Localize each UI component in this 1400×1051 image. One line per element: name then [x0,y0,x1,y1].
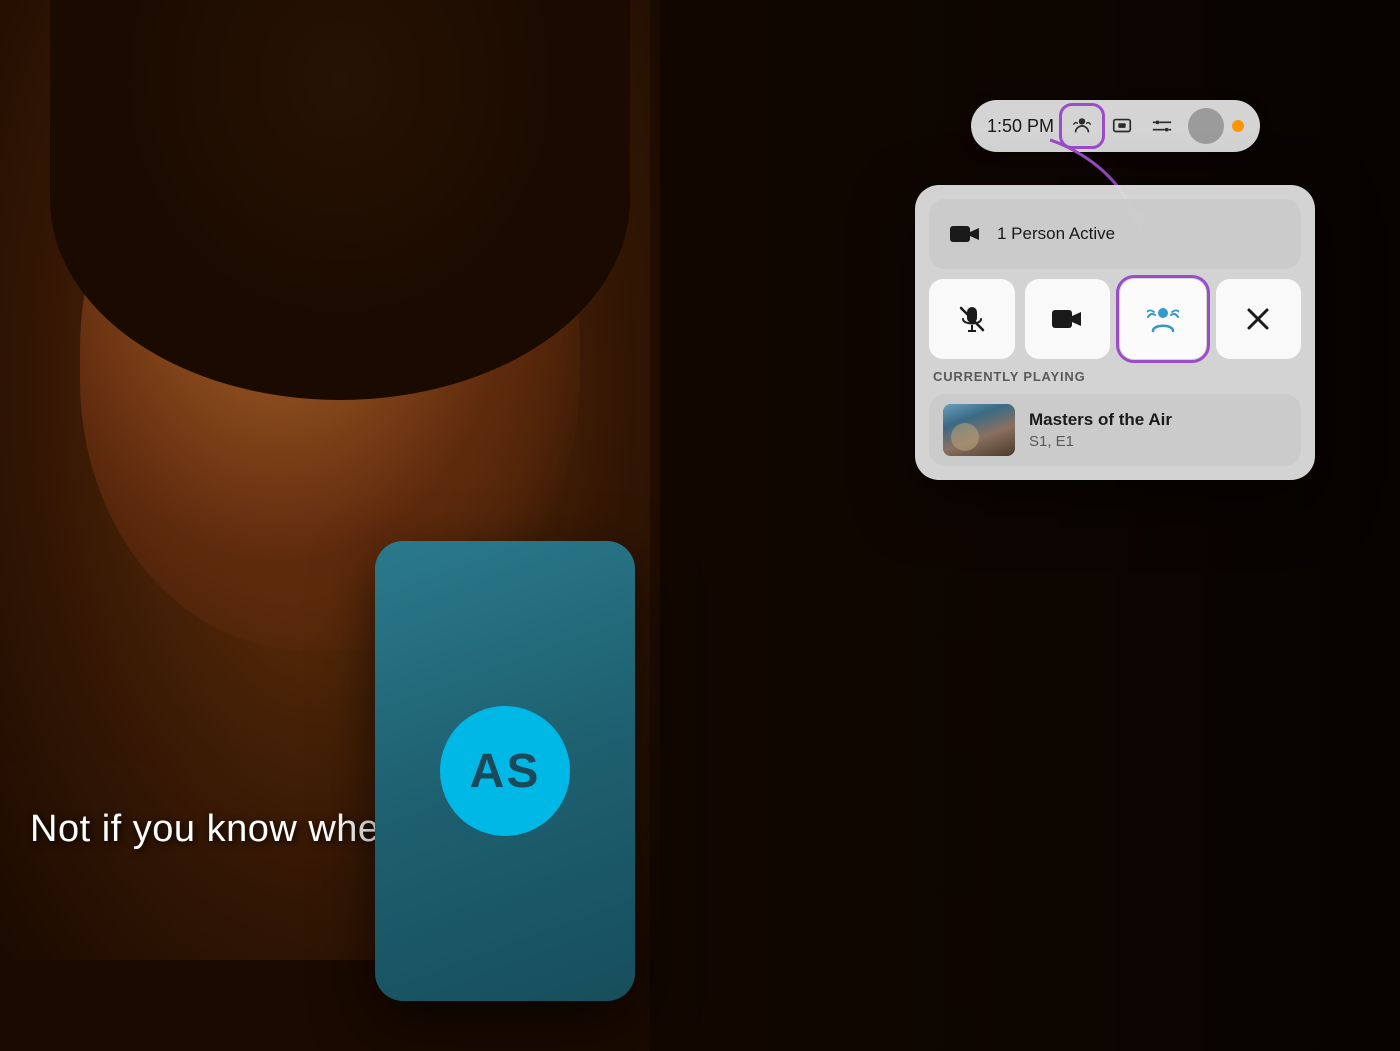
background-scene [0,0,1400,1051]
video-call-icon [947,216,983,252]
now-playing-thumbnail [943,404,1015,456]
contact-card: AS [375,541,635,1001]
background-right-overlay [650,0,1400,1051]
shareplay-icon [1147,303,1179,335]
camera-button[interactable] [1025,279,1111,359]
status-dot [1232,120,1244,132]
user-profile-icon[interactable] [1188,108,1224,144]
video-row-label: 1 Person Active [997,224,1115,244]
video-camera-small-icon [1051,303,1083,335]
sliders-icon [1151,115,1173,137]
shareplay-button[interactable] [1120,279,1206,359]
now-playing-card[interactable]: Masters of the Air S1, E1 [929,394,1301,466]
menu-time: 1:50 PM [987,116,1054,137]
shareplay-menubar-icon[interactable] [1064,108,1100,144]
close-call-button[interactable] [1216,279,1302,359]
avatar: AS [440,706,570,836]
control-center-popup: 1 Person Active [915,185,1315,480]
video-call-row[interactable]: 1 Person Active [929,199,1301,269]
screen-capture-icon[interactable] [1104,108,1140,144]
menu-bar: 1:50 PM [971,100,1260,152]
control-center-icon[interactable] [1144,108,1180,144]
video-subtitle: Not if you know wher [30,808,393,851]
now-playing-title: Masters of the Air [1029,410,1172,430]
currently-playing-label: CURRENTLY PLAYING [929,369,1301,384]
camera-screen-icon [1111,115,1133,137]
mic-off-icon [956,303,988,335]
control-button-row [929,279,1301,359]
mute-button[interactable] [929,279,1015,359]
close-x-icon [1242,303,1274,335]
now-playing-info: Masters of the Air S1, E1 [1029,410,1172,450]
person-wave-icon [1071,115,1093,137]
video-camera-icon [949,220,981,248]
now-playing-subtitle: S1, E1 [1029,433,1172,450]
